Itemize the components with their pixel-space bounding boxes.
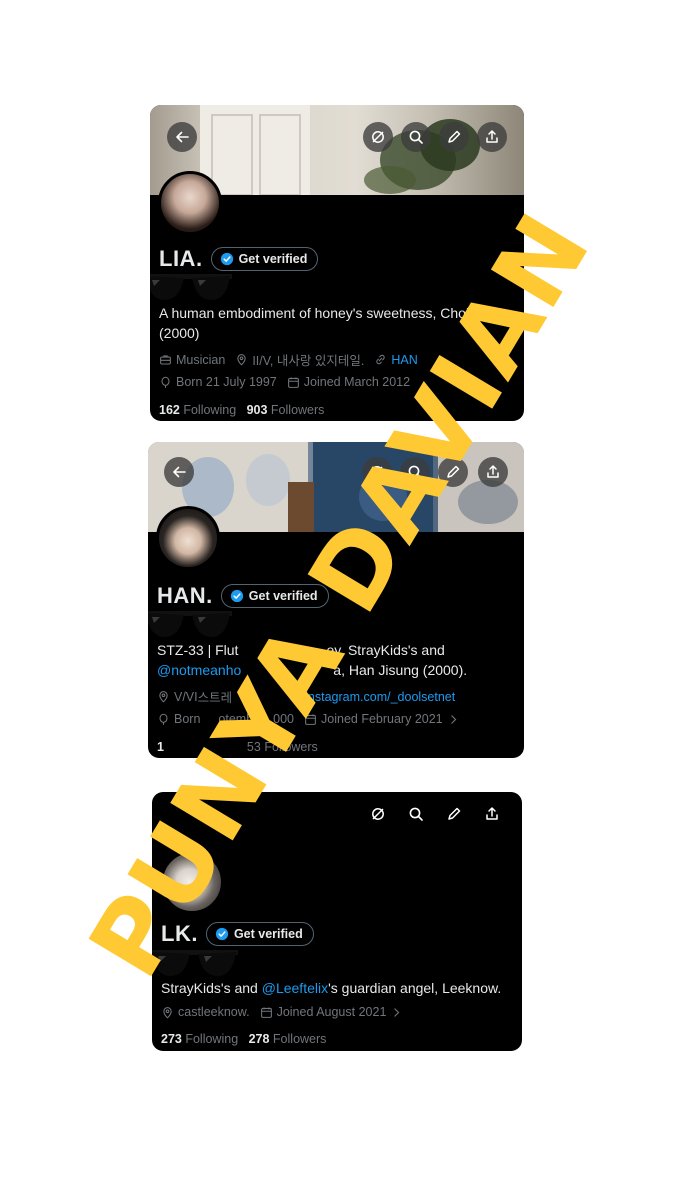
location-pin-icon bbox=[159, 691, 168, 703]
calendar-icon bbox=[260, 1006, 272, 1018]
chevron-right-icon bbox=[450, 714, 456, 724]
briefcase-icon bbox=[160, 355, 171, 365]
link-icon bbox=[376, 354, 386, 365]
profile-name: HAN. bbox=[157, 583, 213, 608]
follow-stats: 273 Following 278 Followers bbox=[161, 1032, 326, 1046]
verified-badge-icon bbox=[215, 927, 229, 941]
location: castleeknow. bbox=[161, 1005, 250, 1019]
back-arrow-icon bbox=[176, 131, 189, 143]
avatar[interactable] bbox=[156, 506, 220, 570]
share-button[interactable] bbox=[477, 122, 507, 152]
balloon-icon bbox=[159, 713, 168, 725]
search-button[interactable] bbox=[401, 799, 431, 829]
location-pin-icon bbox=[237, 354, 247, 366]
mute-button[interactable] bbox=[363, 799, 393, 829]
back-arrow-icon bbox=[173, 466, 186, 478]
followers-link[interactable]: 278 Followers bbox=[249, 1032, 327, 1046]
sunglasses-emoji bbox=[150, 274, 232, 300]
location-pin-icon bbox=[163, 1006, 172, 1018]
share-icon bbox=[486, 130, 498, 143]
birthday: Born 21 July 1997 bbox=[159, 375, 277, 389]
search-icon bbox=[409, 807, 423, 821]
edit-pencil-icon bbox=[448, 807, 461, 820]
get-verified-button[interactable]: Get verified bbox=[210, 247, 319, 271]
share-icon bbox=[486, 807, 498, 820]
verified-badge-icon bbox=[219, 252, 234, 266]
verified-badge-icon bbox=[229, 589, 244, 603]
profile-bio: StrayKids's and @Leeftelix's guardian an… bbox=[161, 980, 502, 996]
joined-date[interactable]: Joined August 2021 bbox=[260, 1005, 408, 1019]
back-button[interactable] bbox=[167, 122, 197, 152]
bio-mention[interactable]: @Leeftelix bbox=[262, 980, 328, 996]
chevron-right-icon bbox=[394, 1007, 400, 1017]
profile-name: LIA. bbox=[159, 246, 203, 271]
location: II/V, 내사랑 있지테일. bbox=[235, 350, 364, 369]
profession: Musician bbox=[159, 353, 225, 367]
calendar-icon bbox=[287, 376, 299, 388]
share-button[interactable] bbox=[477, 799, 507, 829]
follow-stats: 162 Following 903 Followers bbox=[159, 403, 324, 417]
edit-button[interactable] bbox=[439, 799, 469, 829]
get-verified-button[interactable]: Get verified bbox=[205, 922, 314, 946]
following-link[interactable]: 1 bbox=[157, 740, 164, 754]
search-button[interactable] bbox=[401, 122, 431, 152]
joined-date: Joined March 2012 bbox=[287, 375, 410, 389]
followers-link[interactable]: 903 Followers bbox=[247, 403, 325, 417]
edit-button[interactable] bbox=[439, 122, 469, 152]
get-verified-label: Get verified bbox=[233, 927, 303, 941]
search-icon bbox=[409, 130, 423, 144]
profile-meta: castleeknow. Joined August 2021 bbox=[161, 1005, 417, 1019]
mute-button[interactable] bbox=[363, 122, 393, 152]
mute-icon bbox=[372, 808, 384, 820]
sunglasses-emoji bbox=[148, 611, 232, 637]
mute-icon bbox=[372, 131, 384, 143]
get-verified-label: Get verified bbox=[238, 252, 308, 266]
edit-pencil-icon bbox=[448, 130, 461, 143]
avatar[interactable] bbox=[158, 171, 222, 235]
profile-meta: Musician II/V, 내사랑 있지테일. HAN bbox=[159, 350, 428, 369]
balloon-icon bbox=[161, 376, 170, 388]
share-icon bbox=[487, 465, 499, 478]
back-button[interactable] bbox=[164, 457, 194, 487]
following-link[interactable]: 273 Following bbox=[161, 1032, 238, 1046]
following-link[interactable]: 162 Following bbox=[159, 403, 236, 417]
